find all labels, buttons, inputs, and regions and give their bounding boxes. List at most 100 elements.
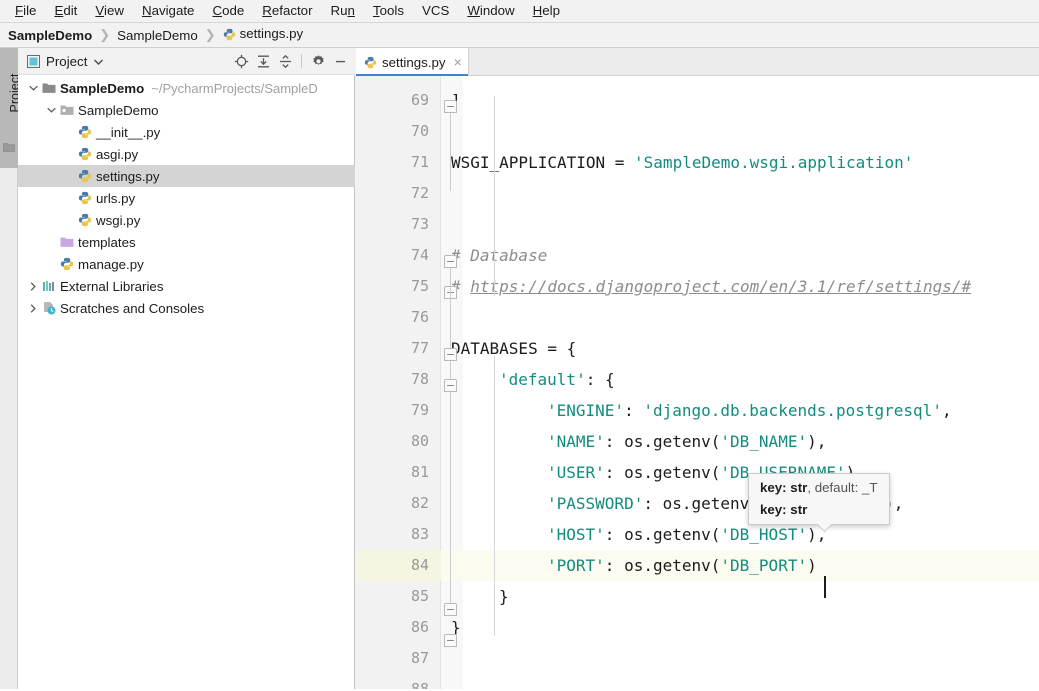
menu-item-edit[interactable]: Edit bbox=[45, 1, 86, 21]
code-text: } bbox=[499, 581, 509, 612]
close-icon[interactable]: × bbox=[454, 57, 462, 67]
python-file-icon bbox=[76, 125, 94, 139]
line-number: 72 bbox=[356, 178, 441, 209]
line-number: 87 bbox=[356, 643, 441, 674]
tree-item-label: __init__.py bbox=[96, 125, 160, 140]
menu-item-refactor[interactable]: Refactor bbox=[253, 1, 321, 21]
hide-panel-icon[interactable] bbox=[330, 51, 350, 71]
project-panel-title: Project bbox=[46, 54, 87, 69]
tree-item-label: manage.py bbox=[78, 257, 144, 272]
breadcrumb-separator: ❯ bbox=[205, 27, 216, 43]
line-number: 80 bbox=[356, 426, 441, 457]
code-line-82[interactable]: 82'PASSWORD': os.getenv('DB_PASSWORD'), bbox=[356, 488, 1039, 519]
project-panel-header: Project bbox=[18, 48, 355, 75]
menu-item-file[interactable]: File bbox=[6, 1, 45, 21]
chevron-down-icon[interactable] bbox=[94, 52, 103, 70]
tree-item-urls-py[interactable]: urls.py bbox=[18, 187, 355, 209]
code-line-70[interactable]: 70 bbox=[356, 116, 1039, 147]
code-text: 'ENGINE': 'django.db.backends.postgresql… bbox=[547, 395, 952, 426]
code-line-79[interactable]: 79'ENGINE': 'django.db.backends.postgres… bbox=[356, 395, 1039, 426]
breadcrumb-item-2[interactable]: settings.py bbox=[223, 26, 304, 44]
code-line-75[interactable]: 75# https://docs.djangoproject.com/en/3.… bbox=[356, 271, 1039, 302]
menu-item-navigate[interactable]: Navigate bbox=[133, 1, 204, 21]
libraries-icon bbox=[40, 280, 58, 293]
tree-item-manage-py[interactable]: manage.py bbox=[18, 253, 355, 275]
code-line-76[interactable]: 76 bbox=[356, 302, 1039, 333]
code-plain: WSGI_APPLICATION = bbox=[451, 153, 634, 172]
code-line-86[interactable]: 86} bbox=[356, 612, 1039, 643]
tree-item-settings-py[interactable]: settings.py bbox=[18, 165, 355, 187]
chevron-down-icon[interactable] bbox=[44, 107, 58, 113]
menu-item-code[interactable]: Code bbox=[203, 1, 253, 21]
code-line-78[interactable]: 78'default': { bbox=[356, 364, 1039, 395]
module-folder-icon bbox=[58, 104, 76, 116]
tree-item-label: wsgi.py bbox=[96, 213, 140, 228]
tree-item-label: Scratches and Consoles bbox=[60, 301, 204, 316]
code-plain: : os.getenv( bbox=[605, 556, 721, 575]
fold-marker[interactable] bbox=[444, 379, 457, 392]
line-number: 81 bbox=[356, 457, 441, 488]
code-line-83[interactable]: 83'HOST': os.getenv('DB_HOST'), bbox=[356, 519, 1039, 550]
tree-item-asgi-py[interactable]: asgi.py bbox=[18, 143, 355, 165]
code-plain: : os.getenv( bbox=[605, 432, 721, 451]
code-line-73[interactable]: 73 bbox=[356, 209, 1039, 240]
code-string: 'ENGINE' bbox=[547, 401, 624, 420]
code-editor[interactable]: 69]7071WSGI_APPLICATION = 'SampleDemo.ws… bbox=[356, 76, 1039, 691]
tree-item-external-libraries[interactable]: External Libraries bbox=[18, 275, 355, 297]
collapse-all-icon[interactable] bbox=[275, 51, 295, 71]
parameter-info-rest: , default: _T bbox=[807, 480, 877, 495]
project-panel-toolbar bbox=[231, 51, 355, 71]
line-number: 69 bbox=[356, 85, 441, 116]
code-line-84[interactable]: 84'PORT': os.getenv('DB_PORT') bbox=[356, 550, 1039, 581]
breadcrumb: SampleDemo❯SampleDemo❯settings.py bbox=[0, 23, 1039, 48]
project-view-icon bbox=[27, 55, 40, 68]
fold-marker[interactable] bbox=[444, 603, 457, 616]
line-number: 75 bbox=[356, 271, 441, 302]
code-text: DATABASES = { bbox=[451, 333, 576, 364]
menu-item-vcs[interactable]: VCS bbox=[413, 1, 458, 21]
code-line-69[interactable]: 69] bbox=[356, 85, 1039, 116]
parameter-info-row-1: key: str bbox=[749, 499, 889, 521]
menu-item-help[interactable]: Help bbox=[524, 1, 569, 21]
code-line-87[interactable]: 87 bbox=[356, 643, 1039, 674]
line-number: 83 bbox=[356, 519, 441, 550]
expand-all-icon[interactable] bbox=[253, 51, 273, 71]
breadcrumb-item-1[interactable]: SampleDemo bbox=[117, 28, 198, 43]
tree-item-init-py[interactable]: __init__.py bbox=[18, 121, 355, 143]
locate-in-tree-icon[interactable] bbox=[231, 51, 251, 71]
python-file-icon bbox=[76, 213, 94, 227]
menu-item-tools[interactable]: Tools bbox=[364, 1, 413, 21]
line-number: 84 bbox=[356, 550, 441, 581]
tree-item-scratches-and-consoles[interactable]: Scratches and Consoles bbox=[18, 297, 355, 319]
fold-marker[interactable] bbox=[444, 348, 457, 361]
tree-item-wsgi-py[interactable]: wsgi.py bbox=[18, 209, 355, 231]
code-line-81[interactable]: 81'USER': os.getenv('DB_USERNAME'), bbox=[356, 457, 1039, 488]
code-plain: , bbox=[942, 401, 952, 420]
tree-item-templates[interactable]: templates bbox=[18, 231, 355, 253]
chevron-right-icon[interactable] bbox=[26, 304, 40, 313]
breadcrumb-item-0[interactable]: SampleDemo bbox=[8, 28, 92, 43]
code-line-71[interactable]: 71WSGI_APPLICATION = 'SampleDemo.wsgi.ap… bbox=[356, 147, 1039, 178]
fold-marker[interactable] bbox=[444, 634, 457, 647]
menu-item-run[interactable]: Run bbox=[322, 1, 364, 21]
code-line-85[interactable]: 85} bbox=[356, 581, 1039, 612]
tree-item-sampledemo[interactable]: SampleDemo~/PycharmProjects/SampleD bbox=[18, 77, 355, 99]
code-line-80[interactable]: 80'NAME': os.getenv('DB_NAME'), bbox=[356, 426, 1039, 457]
chevron-right-icon[interactable] bbox=[26, 282, 40, 291]
menu-item-window[interactable]: Window bbox=[458, 1, 523, 21]
pycharm-window: FileEditViewNavigateCodeRefactorRunTools… bbox=[0, 0, 1039, 691]
code-plain: : os.getenv( bbox=[605, 525, 721, 544]
tool-window-button-project[interactable]: Project bbox=[0, 48, 18, 168]
code-line-74[interactable]: 74# Database bbox=[356, 240, 1039, 271]
fold-marker[interactable] bbox=[444, 255, 457, 268]
code-line-77[interactable]: 77DATABASES = { bbox=[356, 333, 1039, 364]
code-plain: ) bbox=[807, 556, 817, 575]
code-line-72[interactable]: 72 bbox=[356, 178, 1039, 209]
fold-marker[interactable] bbox=[444, 100, 457, 113]
tree-item-sampledemo[interactable]: SampleDemo bbox=[18, 99, 355, 121]
settings-gear-icon[interactable] bbox=[308, 51, 328, 71]
line-number: 71 bbox=[356, 147, 441, 178]
editor-tab-settings-py[interactable]: settings.py × bbox=[356, 48, 469, 76]
menu-item-view[interactable]: View bbox=[86, 1, 133, 21]
chevron-down-icon[interactable] bbox=[26, 85, 40, 91]
